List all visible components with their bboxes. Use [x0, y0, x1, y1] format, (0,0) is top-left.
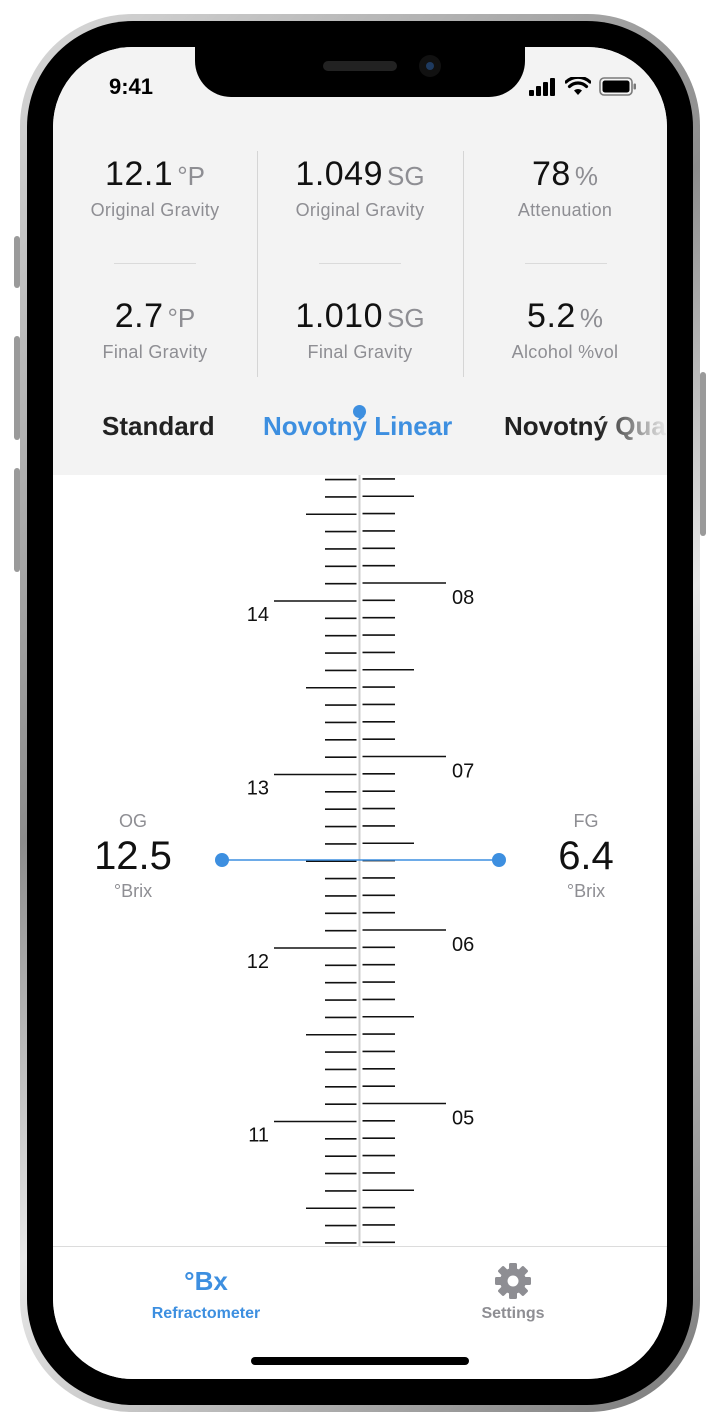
wifi-icon [565, 77, 591, 95]
right-scale-label: 08 [452, 587, 474, 609]
og-unit: °Brix [113, 881, 153, 901]
scale-selector: Standard Novotný Linear Novotný Quadrati… [53, 393, 667, 453]
og-value: 12.5 [94, 834, 172, 878]
attenuation-label: Attenuation [517, 200, 613, 220]
fg-marker-handle [492, 853, 506, 867]
right-scale-label: 06 [452, 934, 474, 956]
og-plato-value: 12.1 [105, 155, 174, 193]
fg-unit: °Brix [566, 881, 606, 901]
fg-caption: FG [573, 811, 599, 831]
home-indicator[interactable] [251, 1357, 469, 1365]
earpiece-speaker [323, 61, 397, 71]
brix-icon: °Bx [184, 1266, 228, 1296]
left-scale-label: 13 [247, 778, 269, 800]
og-reading: OG 12.5 °Brix [53, 811, 213, 902]
status-icons [529, 77, 637, 96]
notch [195, 47, 525, 97]
power-button [700, 372, 706, 536]
left-scale-label: 12 [247, 951, 269, 973]
og-sg-label: Original Gravity [295, 200, 425, 220]
fg-sg-unit: SG [387, 303, 425, 333]
status-time: 9:41 [109, 74, 154, 99]
tab-refractometer-label: Refractometer [151, 1305, 261, 1322]
front-camera [419, 55, 441, 77]
og-sg-stat: 1.049 SG Original Gravity [258, 155, 462, 221]
left-scale-label: 14 [247, 604, 269, 626]
right-scale-label: 05 [452, 1108, 474, 1130]
og-plato-label: Original Gravity [90, 200, 220, 220]
abv-label: Alcohol %vol [511, 342, 619, 362]
og-caption: OG [118, 811, 147, 831]
row-divider [319, 263, 401, 264]
battery-icon [599, 77, 636, 96]
scale-tab-novotny-quadratic[interactable]: Novotný Quadratic [504, 411, 667, 442]
attenuation-value: 78 [532, 155, 571, 193]
scale-tab-standard[interactable]: Standard [102, 411, 215, 442]
og-plato-unit: °P [177, 161, 205, 191]
volume-down-button [14, 468, 20, 572]
fg-value: 6.4 [558, 834, 614, 878]
tab-settings[interactable]: Settings [413, 1261, 613, 1323]
abv-unit: % [579, 303, 603, 333]
tab-refractometer[interactable]: °Bx Refractometer [106, 1261, 306, 1323]
left-scale-label: 11 [248, 1125, 269, 1147]
row-divider [114, 263, 196, 264]
attenuation-unit: % [574, 161, 598, 191]
fg-sg-value: 1.010 [295, 297, 383, 335]
gear-icon [413, 1261, 613, 1301]
abv-value: 5.2 [527, 297, 576, 335]
app-screen: 9:41 12.1 °P Original Gravity 1.049 SG O… [53, 47, 667, 1379]
fg-sg-label: Final Gravity [307, 342, 413, 362]
abv-stat: 5.2% Alcohol %vol [463, 297, 667, 363]
signal-icon [529, 78, 555, 96]
right-scale-label: 07 [452, 761, 474, 783]
fg-sg-stat: 1.010 SG Final Gravity [258, 297, 462, 363]
tab-settings-label: Settings [481, 1305, 545, 1322]
refractometer-ruler[interactable]: 14 13 12 11 08 07 06 05 OG 12.5 °Brix FG 6.4 °B… [53, 475, 667, 1246]
fg-plato-unit: °P [167, 303, 196, 333]
fg-plato-label: Final Gravity [102, 342, 208, 362]
og-marker-handle [215, 853, 229, 867]
silent-switch [14, 236, 20, 288]
og-sg-value: 1.049 [295, 155, 383, 193]
og-sg-unit: SG [387, 161, 425, 191]
fg-plato-value: 2.7 [114, 297, 164, 335]
volume-up-button [14, 336, 20, 440]
scale-tab-novotny-linear[interactable]: Novotný Linear [263, 411, 452, 442]
fg-reading: FG 6.4 °Brix [506, 811, 666, 902]
fg-plato-stat: 2.7 °P Final Gravity [53, 297, 257, 363]
row-divider [525, 263, 607, 264]
og-plato-stat: 12.1 °P Original Gravity [53, 155, 257, 221]
attenuation-stat: 78% Attenuation [463, 155, 667, 221]
